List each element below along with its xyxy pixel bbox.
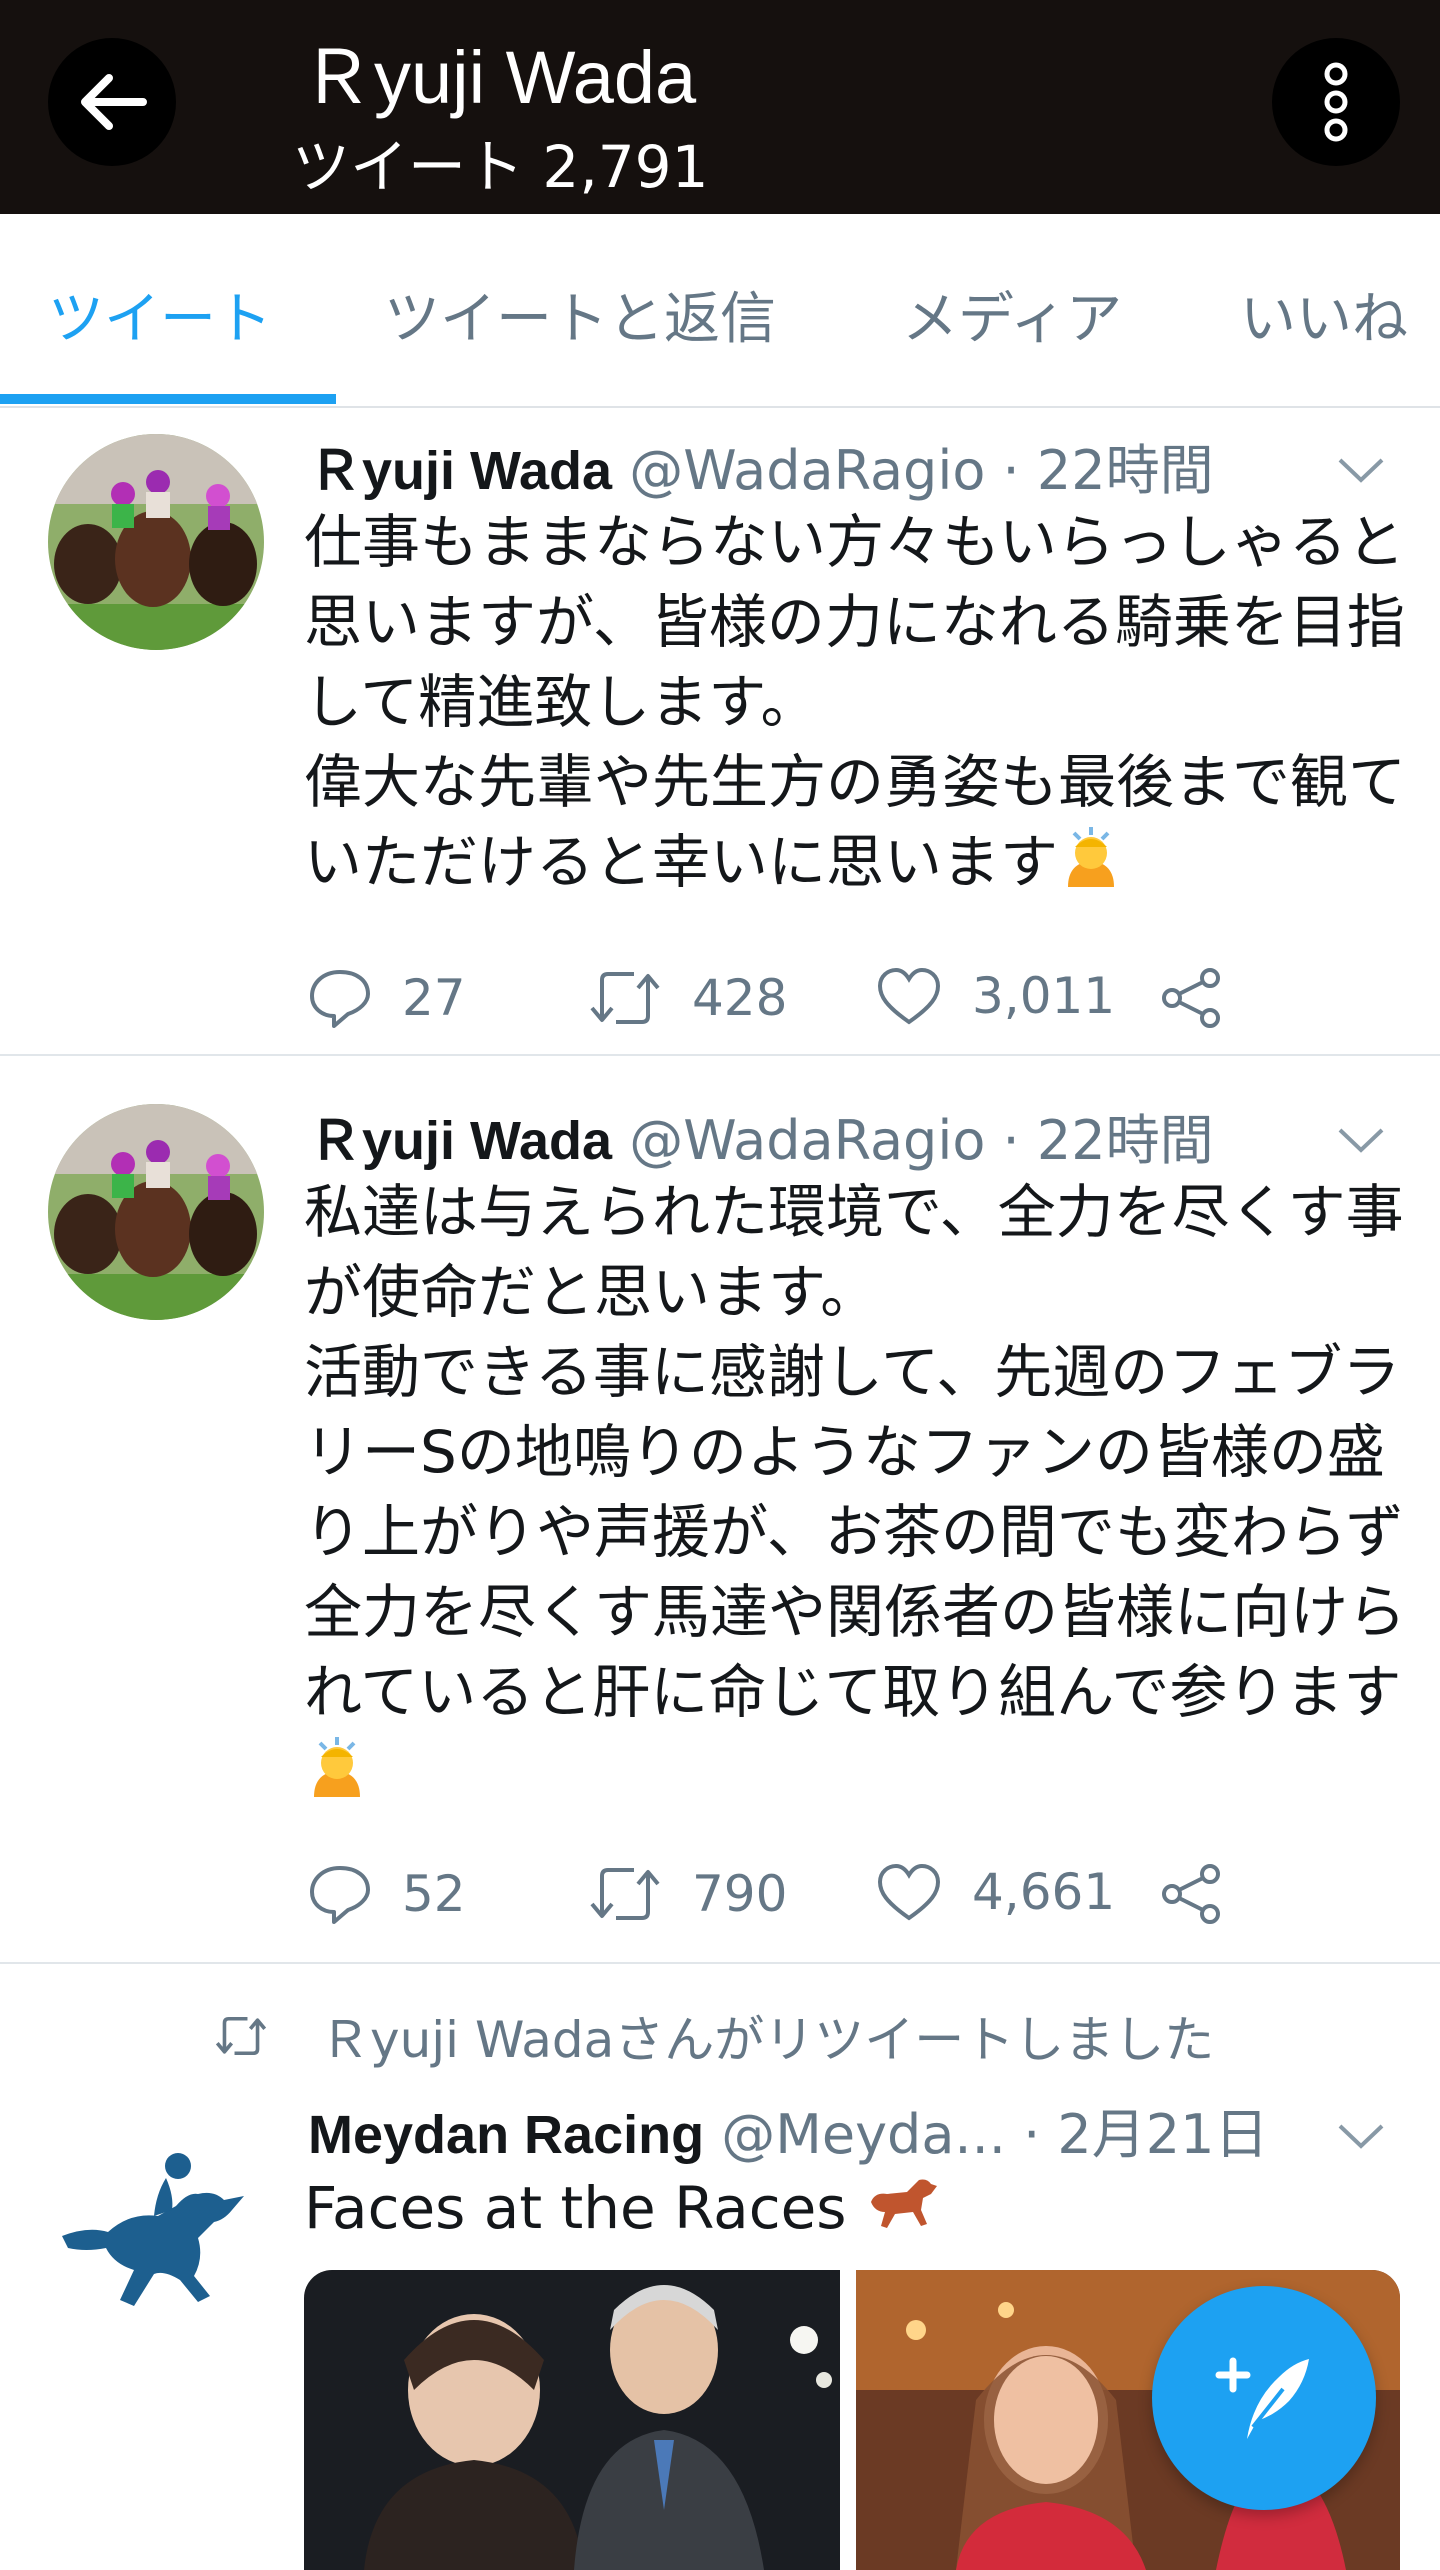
retweeted-by-text[interactable]: Ｒyuji Wadaさんがリツイートしました	[320, 2000, 1214, 2072]
retweet-count: 428	[692, 969, 788, 1027]
reply-icon	[310, 970, 370, 1028]
back-button[interactable]	[48, 38, 176, 166]
horse-race-avatar-image	[48, 1104, 264, 1320]
tweet-text: 私達は与えられた環境で、全力を尽くす事が使命だと思います。 活動できる事に感謝し…	[304, 1172, 1414, 1819]
profile-title: Ｒyuji Wada	[300, 36, 697, 119]
retweet-icon	[590, 1868, 660, 1920]
author-name[interactable]: Meydan Racing	[308, 2105, 704, 2165]
reply-icon	[310, 1866, 370, 1924]
tweet-actions: 27 428 3,011	[308, 966, 1258, 1036]
heart-icon	[877, 967, 941, 1025]
heart-icon	[877, 1863, 941, 1921]
person-bowing-emoji-icon	[304, 1733, 370, 1819]
like-count: 3,011	[972, 967, 1116, 1025]
tab-likes[interactable]: いいね	[1240, 274, 1408, 355]
more-options-button[interactable]	[1272, 38, 1400, 166]
chevron-down-icon[interactable]	[1336, 2120, 1386, 2150]
author-handle[interactable]: @WadaRagio	[629, 1109, 985, 1172]
retweeted-by-notice: Ｒyuji Wadaさんがリツイートしました	[214, 2000, 1214, 2072]
chevron-down-icon[interactable]	[1336, 454, 1386, 484]
reply-button[interactable]: 27	[308, 966, 466, 1030]
retweet-count: 790	[692, 1865, 788, 1923]
author-handle[interactable]: @Meyda...	[721, 2103, 1006, 2166]
tab-tweets-and-replies[interactable]: ツイートと返信	[384, 274, 776, 355]
tweet-text: 仕事もままならない方々もいらっしゃると思いますが、皆様の力になれる騎乗を目指して…	[304, 502, 1414, 909]
tweet-time: · 22時間	[1002, 1109, 1214, 1172]
author-name[interactable]: Ｒyuji Wada	[308, 441, 612, 501]
tweet-time: · 22時間	[1002, 439, 1214, 502]
avatar[interactable]	[48, 2120, 264, 2336]
like-button[interactable]: 3,011	[876, 966, 1115, 1026]
like-count: 4,661	[972, 1863, 1116, 1921]
vertical-dots-icon	[1324, 62, 1348, 142]
tweet-header: Ｒyuji Wada @WadaRagio · 22時間	[308, 1096, 1214, 1175]
compose-tweet-button[interactable]	[1152, 2286, 1376, 2510]
back-arrow-icon	[81, 74, 147, 130]
profile-tabs: ツイート ツイートと返信 メディア いいね	[0, 214, 1440, 408]
tweet-item[interactable]: Ｒyuji Wada @WadaRagio · 22時間 仕事もままならない方々…	[0, 406, 1440, 1056]
tweet-header: Meydan Racing @Meyda... · 2月21日	[308, 2090, 1268, 2169]
retweet-button[interactable]: 428	[588, 966, 787, 1030]
tweet-count: ツイート 2,791	[292, 133, 709, 201]
horse-emoji-icon	[865, 2172, 939, 2252]
tweet-actions: 52 790 4,661	[308, 1862, 1258, 1932]
compose-quill-icon	[1215, 2357, 1309, 2439]
retweet-icon	[590, 972, 660, 1024]
person-bowing-emoji-icon	[1058, 823, 1124, 909]
author-name[interactable]: Ｒyuji Wada	[308, 1111, 612, 1171]
retweet-icon	[215, 2016, 267, 2056]
tweet-time: · 2月21日	[1023, 2103, 1269, 2166]
share-button[interactable]	[1160, 966, 1254, 1030]
share-icon	[1162, 968, 1220, 1028]
tab-tweets[interactable]: ツイート	[48, 274, 272, 355]
active-tab-indicator	[0, 394, 336, 404]
share-button[interactable]	[1160, 1862, 1254, 1926]
racing-horse-logo-icon	[48, 2120, 264, 2336]
tab-media[interactable]: メディア	[902, 274, 1122, 355]
app-header: Ｒyuji Wada ツイート 2,791	[0, 0, 1440, 214]
chevron-down-icon[interactable]	[1336, 1124, 1386, 1154]
tweet-text: Faces at the Races	[304, 2168, 1414, 2252]
author-handle[interactable]: @WadaRagio	[629, 439, 985, 502]
horse-race-avatar-image	[48, 434, 264, 650]
photo-couple-image	[304, 2270, 840, 2570]
avatar[interactable]	[48, 434, 264, 650]
tweet-item[interactable]: Ｒyuji Wada @WadaRagio · 22時間 私達は与えられた環境で…	[0, 1056, 1440, 1964]
reply-count: 27	[402, 969, 466, 1027]
like-button[interactable]: 4,661	[876, 1862, 1115, 1922]
reply-button[interactable]: 52	[308, 1862, 466, 1926]
share-icon	[1162, 1864, 1220, 1924]
retweet-button[interactable]: 790	[588, 1862, 787, 1926]
avatar[interactable]	[48, 1104, 264, 1320]
reply-count: 52	[402, 1865, 466, 1923]
tweet-photo-1[interactable]	[304, 2270, 840, 2570]
tweet-header: Ｒyuji Wada @WadaRagio · 22時間	[308, 426, 1214, 505]
